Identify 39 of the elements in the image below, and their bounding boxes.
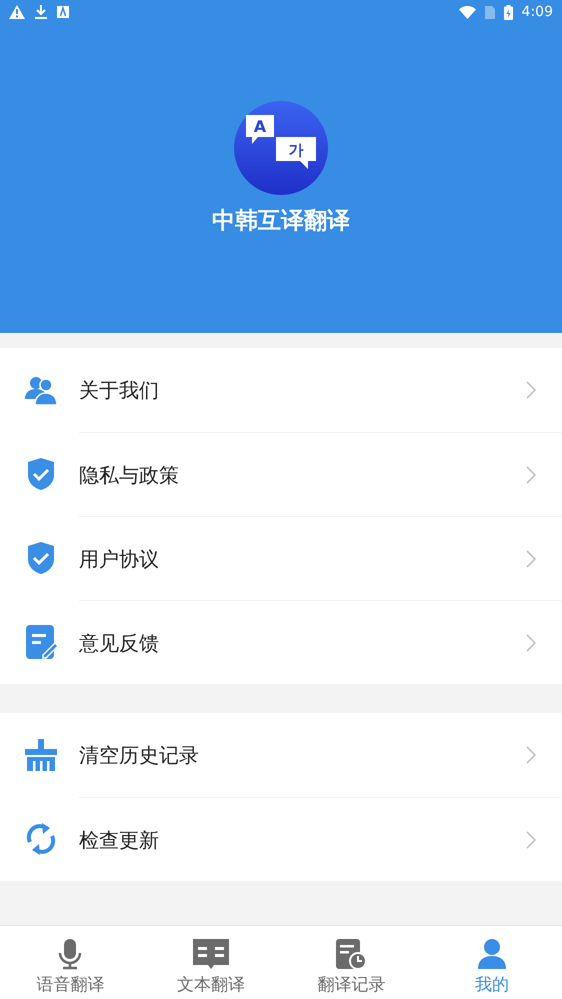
chevron-right-icon [526, 746, 536, 764]
wifi-icon [458, 6, 476, 18]
tab[interactable]: 翻译记录 [281, 926, 422, 999]
menu-label: 意见反馈 [79, 630, 160, 656]
menu-label: 关于我们 [79, 377, 160, 404]
warning-icon [9, 5, 25, 19]
menu-row[interactable]: 关于我们 [0, 348, 562, 432]
chevron-right-icon [526, 634, 536, 652]
app-logo-icon: A 가 [234, 101, 328, 195]
menu-label: 用户协议 [79, 546, 160, 572]
document-clock-icon [335, 938, 368, 970]
download-icon [35, 5, 47, 19]
chevron-right-icon [526, 466, 536, 484]
refresh-icon [24, 822, 58, 856]
book-icon [192, 938, 230, 970]
chevron-right-icon [526, 550, 536, 568]
chevron-right-icon [526, 830, 536, 848]
menu-row[interactable]: 隐私与政策 [0, 432, 562, 516]
person-icon [476, 938, 507, 970]
shield-check-icon [26, 541, 56, 575]
edit-note-icon [25, 624, 57, 660]
chevron-right-icon [526, 381, 536, 399]
battery-charging-icon [504, 4, 513, 20]
status-time: 4:09 [522, 2, 553, 22]
app-notification-icon [57, 6, 69, 18]
menu-row[interactable]: 检查更新 [0, 797, 562, 881]
microphone-icon [57, 938, 84, 970]
tab[interactable]: 文本翻译 [140, 926, 281, 999]
broom-icon [24, 738, 58, 772]
menu-label: 隐私与政策 [79, 462, 180, 488]
tab[interactable]: 语音翻译 [0, 926, 140, 999]
no-sim-icon [484, 6, 495, 18]
app-name: 中韩互译翻译 [212, 207, 350, 236]
menu-row[interactable]: 清空历史记录 [0, 713, 562, 797]
menu-row[interactable]: 意见反馈 [0, 600, 562, 684]
menu-label: 清空历史记录 [79, 742, 200, 769]
shield-check-icon [26, 457, 56, 491]
menu-row[interactable]: 用户协议 [0, 516, 562, 600]
menu-label: 检查更新 [79, 826, 160, 854]
